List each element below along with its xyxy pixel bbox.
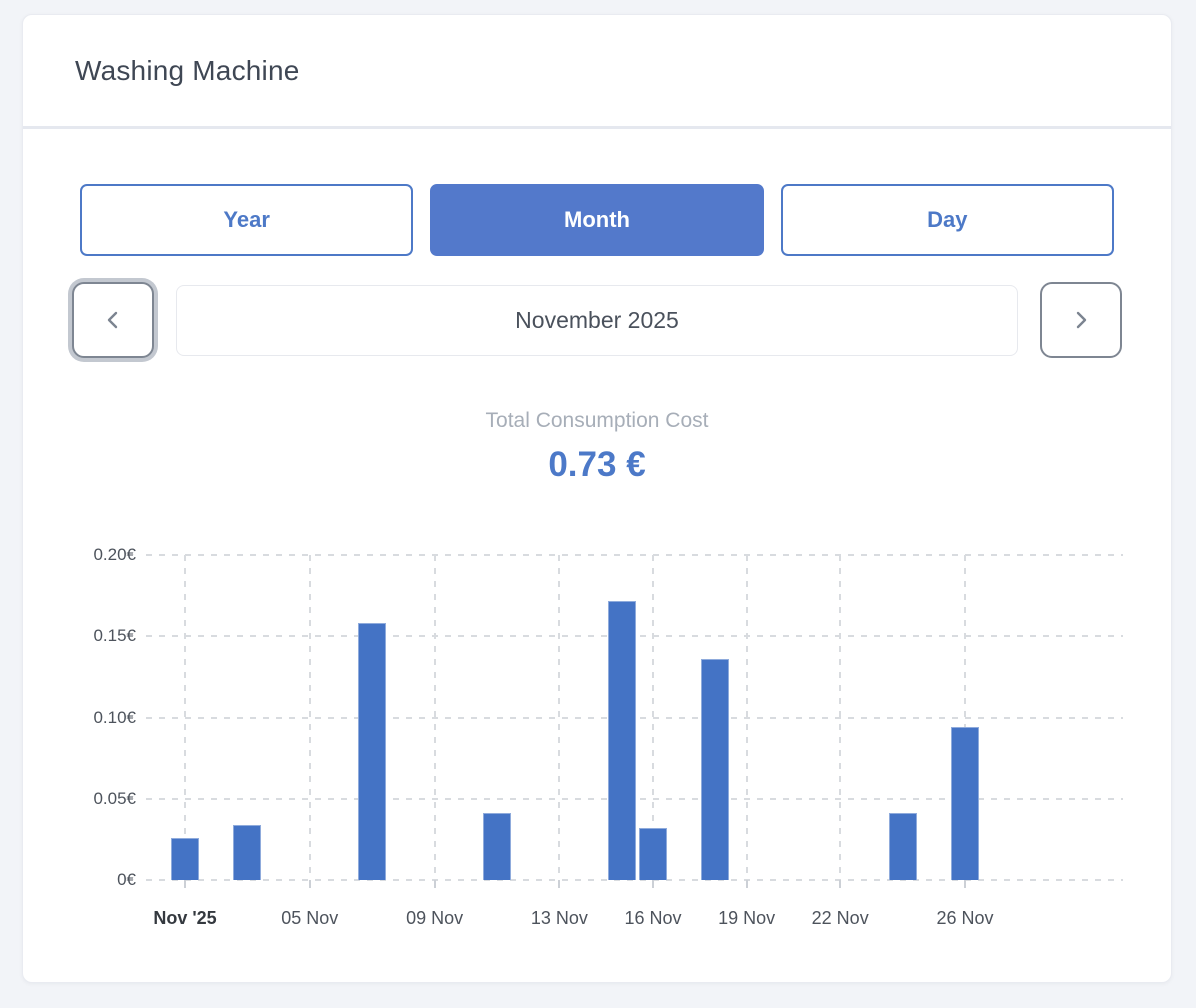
- x-axis-tick: [184, 880, 186, 888]
- y-axis-label: 0.10€: [23, 707, 136, 729]
- period-tabs: Year Month Day: [80, 184, 1114, 256]
- x-axis-tick: [839, 880, 841, 888]
- summary-label: Total Consumption Cost: [23, 409, 1171, 433]
- y-axis-label: 0.05€: [23, 788, 136, 810]
- bar-day-7[interactable]: [358, 623, 386, 880]
- x-axis-label: 05 Nov: [245, 907, 375, 929]
- bar-day-24[interactable]: [889, 813, 917, 880]
- bar-day-16[interactable]: [639, 828, 667, 880]
- bar-day-11[interactable]: [483, 813, 511, 880]
- x-gridline: [309, 555, 311, 880]
- x-axis-label: 22 Nov: [775, 907, 905, 929]
- bar-day-26[interactable]: [951, 727, 979, 880]
- y-axis-label: 0.15€: [23, 625, 136, 647]
- x-axis-label: Nov '25: [120, 907, 250, 929]
- bar-day-18[interactable]: [701, 659, 729, 880]
- y-axis-label: 0€: [23, 869, 136, 891]
- consumption-summary: Total Consumption Cost 0.73 €: [23, 409, 1171, 485]
- x-axis-tick: [434, 880, 436, 888]
- tab-month[interactable]: Month: [430, 184, 763, 256]
- x-axis-tick: [746, 880, 748, 888]
- page-title: Washing Machine: [75, 55, 300, 87]
- summary-value: 0.73 €: [23, 445, 1171, 485]
- tab-day[interactable]: Day: [781, 184, 1114, 256]
- y-gridline: [146, 554, 1123, 556]
- bar-day-3[interactable]: [233, 825, 261, 880]
- x-axis-tick: [309, 880, 311, 888]
- chevron-left-icon: [101, 308, 125, 332]
- x-axis-label: 26 Nov: [900, 907, 1030, 929]
- x-gridline: [746, 555, 748, 880]
- y-axis-label: 0.20€: [23, 544, 136, 566]
- consumption-bar-chart: 0.20€ 0.15€ 0.10€ 0.05€ 0€ Nov '2505 Nov09 No…: [23, 15, 1171, 982]
- x-axis-tick: [652, 880, 654, 888]
- tab-year[interactable]: Year: [80, 184, 413, 256]
- period-navigation: November 2025: [72, 276, 1122, 364]
- x-axis-tick: [964, 880, 966, 888]
- x-axis-label: 09 Nov: [370, 907, 500, 929]
- bar-day-1[interactable]: [171, 838, 199, 880]
- x-gridline: [184, 555, 186, 880]
- x-gridline: [558, 555, 560, 880]
- x-gridline: [839, 555, 841, 880]
- x-gridline: [434, 555, 436, 880]
- next-period-button[interactable]: [1040, 282, 1122, 358]
- current-period-display: November 2025: [176, 285, 1018, 356]
- bar-day-15[interactable]: [608, 601, 636, 881]
- device-card: Washing Machine Year Month Day November …: [22, 14, 1172, 983]
- chevron-right-icon: [1069, 308, 1093, 332]
- prev-period-button[interactable]: [72, 282, 154, 358]
- card-header: Washing Machine: [23, 15, 1171, 129]
- x-axis-tick: [558, 880, 560, 888]
